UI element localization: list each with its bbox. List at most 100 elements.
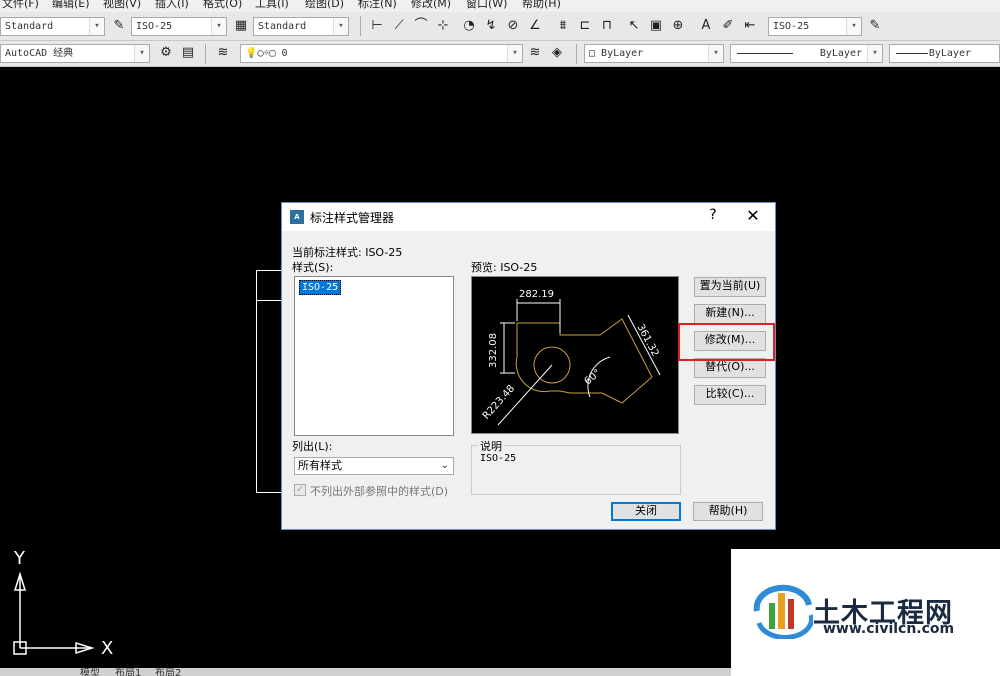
chevron-down-icon: ▾ [333,18,348,35]
compare-style-button[interactable]: 比较(C)... [694,385,766,405]
layer-previous-icon[interactable]: ◈ [548,44,566,62]
table-style-icon[interactable]: ▦ [232,17,250,35]
chevron-down-icon: ▾ [708,45,723,62]
menu-tools[interactable]: 工具(I) [255,0,289,11]
help-button[interactable]: ? [706,207,720,223]
layer-manager-icon[interactable]: ≋ [214,44,232,62]
set-current-button[interactable]: 置为当前(U) [694,277,766,297]
linetype-preview [737,53,793,54]
dim-style-icon[interactable]: ✎ [110,17,128,35]
quick-dim-icon[interactable]: ⩩ [554,17,572,35]
leader-icon[interactable]: ↖ [625,17,643,35]
workspace-value: AutoCAD 经典 [5,48,74,59]
styles-label: 样式(S): [292,261,334,274]
menu-view[interactable]: 视图(V) [103,0,141,11]
toolbar-separator [205,44,206,64]
center-mark-icon[interactable]: ⊕ [669,17,687,35]
layers-toolbar: AutoCAD 经典 ▾ ⚙ ▤ ≋ 💡◯☼▢ 0 ▾ ≋ ◈ □ ByLaye… [0,41,1000,67]
menu-insert[interactable]: 插入(I) [155,0,189,11]
dim-text-left: 332.08 [488,333,499,368]
mleader-style-combo[interactable]: ISO-25 ▾ [768,17,862,36]
drawing-line [256,300,282,301]
ucs-y-label: Y [14,548,25,569]
dim-update-icon[interactable]: ⇤ [741,17,759,35]
jogged-dim-icon[interactable]: ↯ [482,17,500,35]
toolbar-separator [576,44,577,64]
workspace-save-icon[interactable]: ▤ [179,44,197,62]
baseline-dim-icon[interactable]: ⊏ [576,17,594,35]
drawing-line [256,300,257,493]
lineweight-combo[interactable]: ByLayer [889,44,1000,63]
exclude-xref-checkbox[interactable]: ✓ [294,484,306,496]
text-style-value: Standard [5,21,54,32]
color-swatch: □ [589,48,602,59]
workspace-combo[interactable]: AutoCAD 经典 ▾ [0,44,150,63]
new-style-button[interactable]: 新建(N)... [694,304,766,324]
dialog-title: 标注样式管理器 [310,211,395,225]
linetype-value: ByLayer [819,48,862,59]
menu-file[interactable]: 文件(F) [2,0,39,11]
tab-layout1[interactable]: 布局1 [115,668,141,676]
table-style-combo[interactable]: Standard ▾ [253,17,349,36]
aligned-dim-icon[interactable]: ⟋ [390,17,408,35]
civilcn-logo-icon [753,584,813,639]
dim-style-manager-icon[interactable]: ✎ [866,17,884,35]
tab-model[interactable]: 模型 [80,668,100,676]
menu-modify[interactable]: 修改(M) [411,0,451,11]
styles-listbox[interactable]: ISO-25 [294,276,454,436]
list-label: 列出(L): [292,440,333,453]
linear-dim-icon[interactable]: ⊢ [368,17,386,35]
current-style-label: 当前标注样式: ISO-25 [292,246,403,259]
color-combo[interactable]: □ ByLayer ▾ [584,44,724,63]
menu-window[interactable]: 窗口(W) [466,0,507,11]
close-button[interactable]: 关闭 [611,502,681,521]
table-style-value: Standard [258,21,307,32]
help-dialog-button[interactable]: 帮助(H) [693,502,763,521]
tolerance-icon[interactable]: ▣ [647,17,665,35]
diameter-dim-icon[interactable]: ⊘ [504,17,522,35]
exclude-xref-label: 不列出外部参照中的样式(D) [310,485,449,498]
drawing-line [256,270,282,271]
tab-layout2[interactable]: 布局2 [155,668,181,676]
continue-dim-icon[interactable]: ⊓ [598,17,616,35]
menu-edit[interactable]: 编辑(E) [52,0,90,11]
layer-combo[interactable]: 💡◯☼▢ 0 ▾ [240,44,523,63]
ordinate-dim-icon[interactable]: ⊹ [434,17,452,35]
chevron-down-icon: ▾ [867,45,882,62]
text-style-combo[interactable]: Standard ▾ [0,17,105,36]
dim-style-combo[interactable]: ISO-25 ▾ [131,17,227,36]
color-value: ByLayer [601,48,644,59]
dim-text-edit-icon[interactable]: ✐ [719,17,737,35]
chevron-down-icon: ▾ [846,18,861,35]
mleader-style-value: ISO-25 [773,21,810,32]
style-list-item[interactable]: ISO-25 [299,280,342,295]
watermark: 土木工程网 www.civilcn.com [731,549,1000,676]
menu-draw[interactable]: 绘图(D) [305,0,344,11]
menu-dimension[interactable]: 标注(N) [358,0,397,11]
linetype-combo[interactable]: ByLayer ▾ [730,44,883,63]
chevron-down-icon: ▾ [211,18,226,35]
list-filter-value: 所有样式 [298,459,342,472]
radius-dim-icon[interactable]: ◔ [460,17,478,35]
close-icon[interactable]: ✕ [744,206,762,225]
drawing-line [256,492,282,493]
dialog-titlebar: A 标注样式管理器 ? ✕ [282,203,775,231]
menu-help[interactable]: 帮助(H) [522,0,561,11]
angular-dim-icon[interactable]: ∠ [526,17,544,35]
list-filter-select[interactable]: 所有样式 ⌄ [294,457,454,475]
dim-style-value: ISO-25 [136,21,173,32]
ucs-x-label: X [101,638,114,659]
arc-length-icon[interactable]: ⌒ [412,17,430,35]
lineweight-value: ByLayer [928,48,971,59]
make-current-layer-icon[interactable]: ≋ [526,44,544,62]
chevron-down-icon: ⌄ [440,460,449,471]
chevron-down-icon: ▾ [89,18,104,35]
dim-edit-icon[interactable]: A [697,17,715,35]
menu-format[interactable]: 格式(O) [203,0,242,11]
layer-state-icons: 💡◯☼▢ [245,48,282,59]
dim-style-manager-dialog: A 标注样式管理器 ? ✕ 当前标注样式: ISO-25 样式(S): ISO-… [281,202,776,530]
override-style-button[interactable]: 替代(O)... [694,358,766,378]
preview-label: 预览: ISO-25 [471,261,538,274]
workspace-settings-icon[interactable]: ⚙ [157,44,175,62]
description-label: 说明 [478,438,504,454]
